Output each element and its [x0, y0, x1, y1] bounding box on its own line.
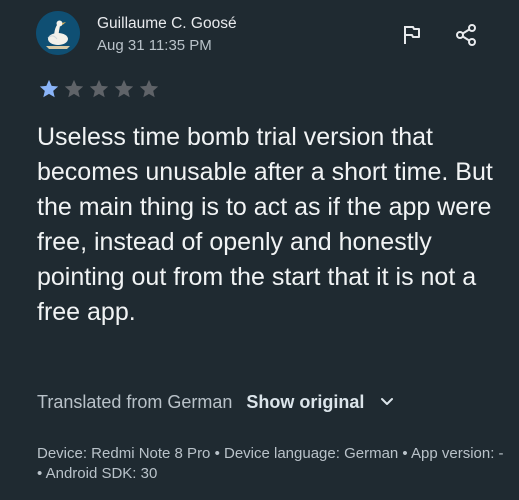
reviewer-name: Guillaume C. Goosé	[97, 15, 237, 32]
chevron-down-icon[interactable]	[378, 393, 396, 411]
share-icon	[456, 24, 476, 46]
translated-note: Translated from German	[37, 391, 233, 412]
star-empty-icon	[89, 79, 109, 98]
review-date: Aug 31 11:35 PM	[97, 37, 212, 54]
star-filled-icon	[39, 79, 59, 98]
device-info: Device: Redmi Note 8 Pro • Device langua…	[37, 445, 504, 482]
star-empty-icon	[114, 79, 134, 98]
reviewer-avatar	[36, 11, 80, 55]
flag-icon	[404, 26, 420, 44]
star-rating	[37, 78, 161, 100]
star-empty-icon	[139, 79, 159, 98]
share-button[interactable]	[452, 21, 480, 49]
review-text: Useless time bomb trial version that bec…	[37, 123, 493, 326]
show-original-button[interactable]: Show original	[246, 392, 364, 413]
star-empty-icon	[64, 79, 84, 98]
translation-row: Translated from German Show original	[37, 390, 396, 414]
flag-button[interactable]	[398, 21, 426, 49]
